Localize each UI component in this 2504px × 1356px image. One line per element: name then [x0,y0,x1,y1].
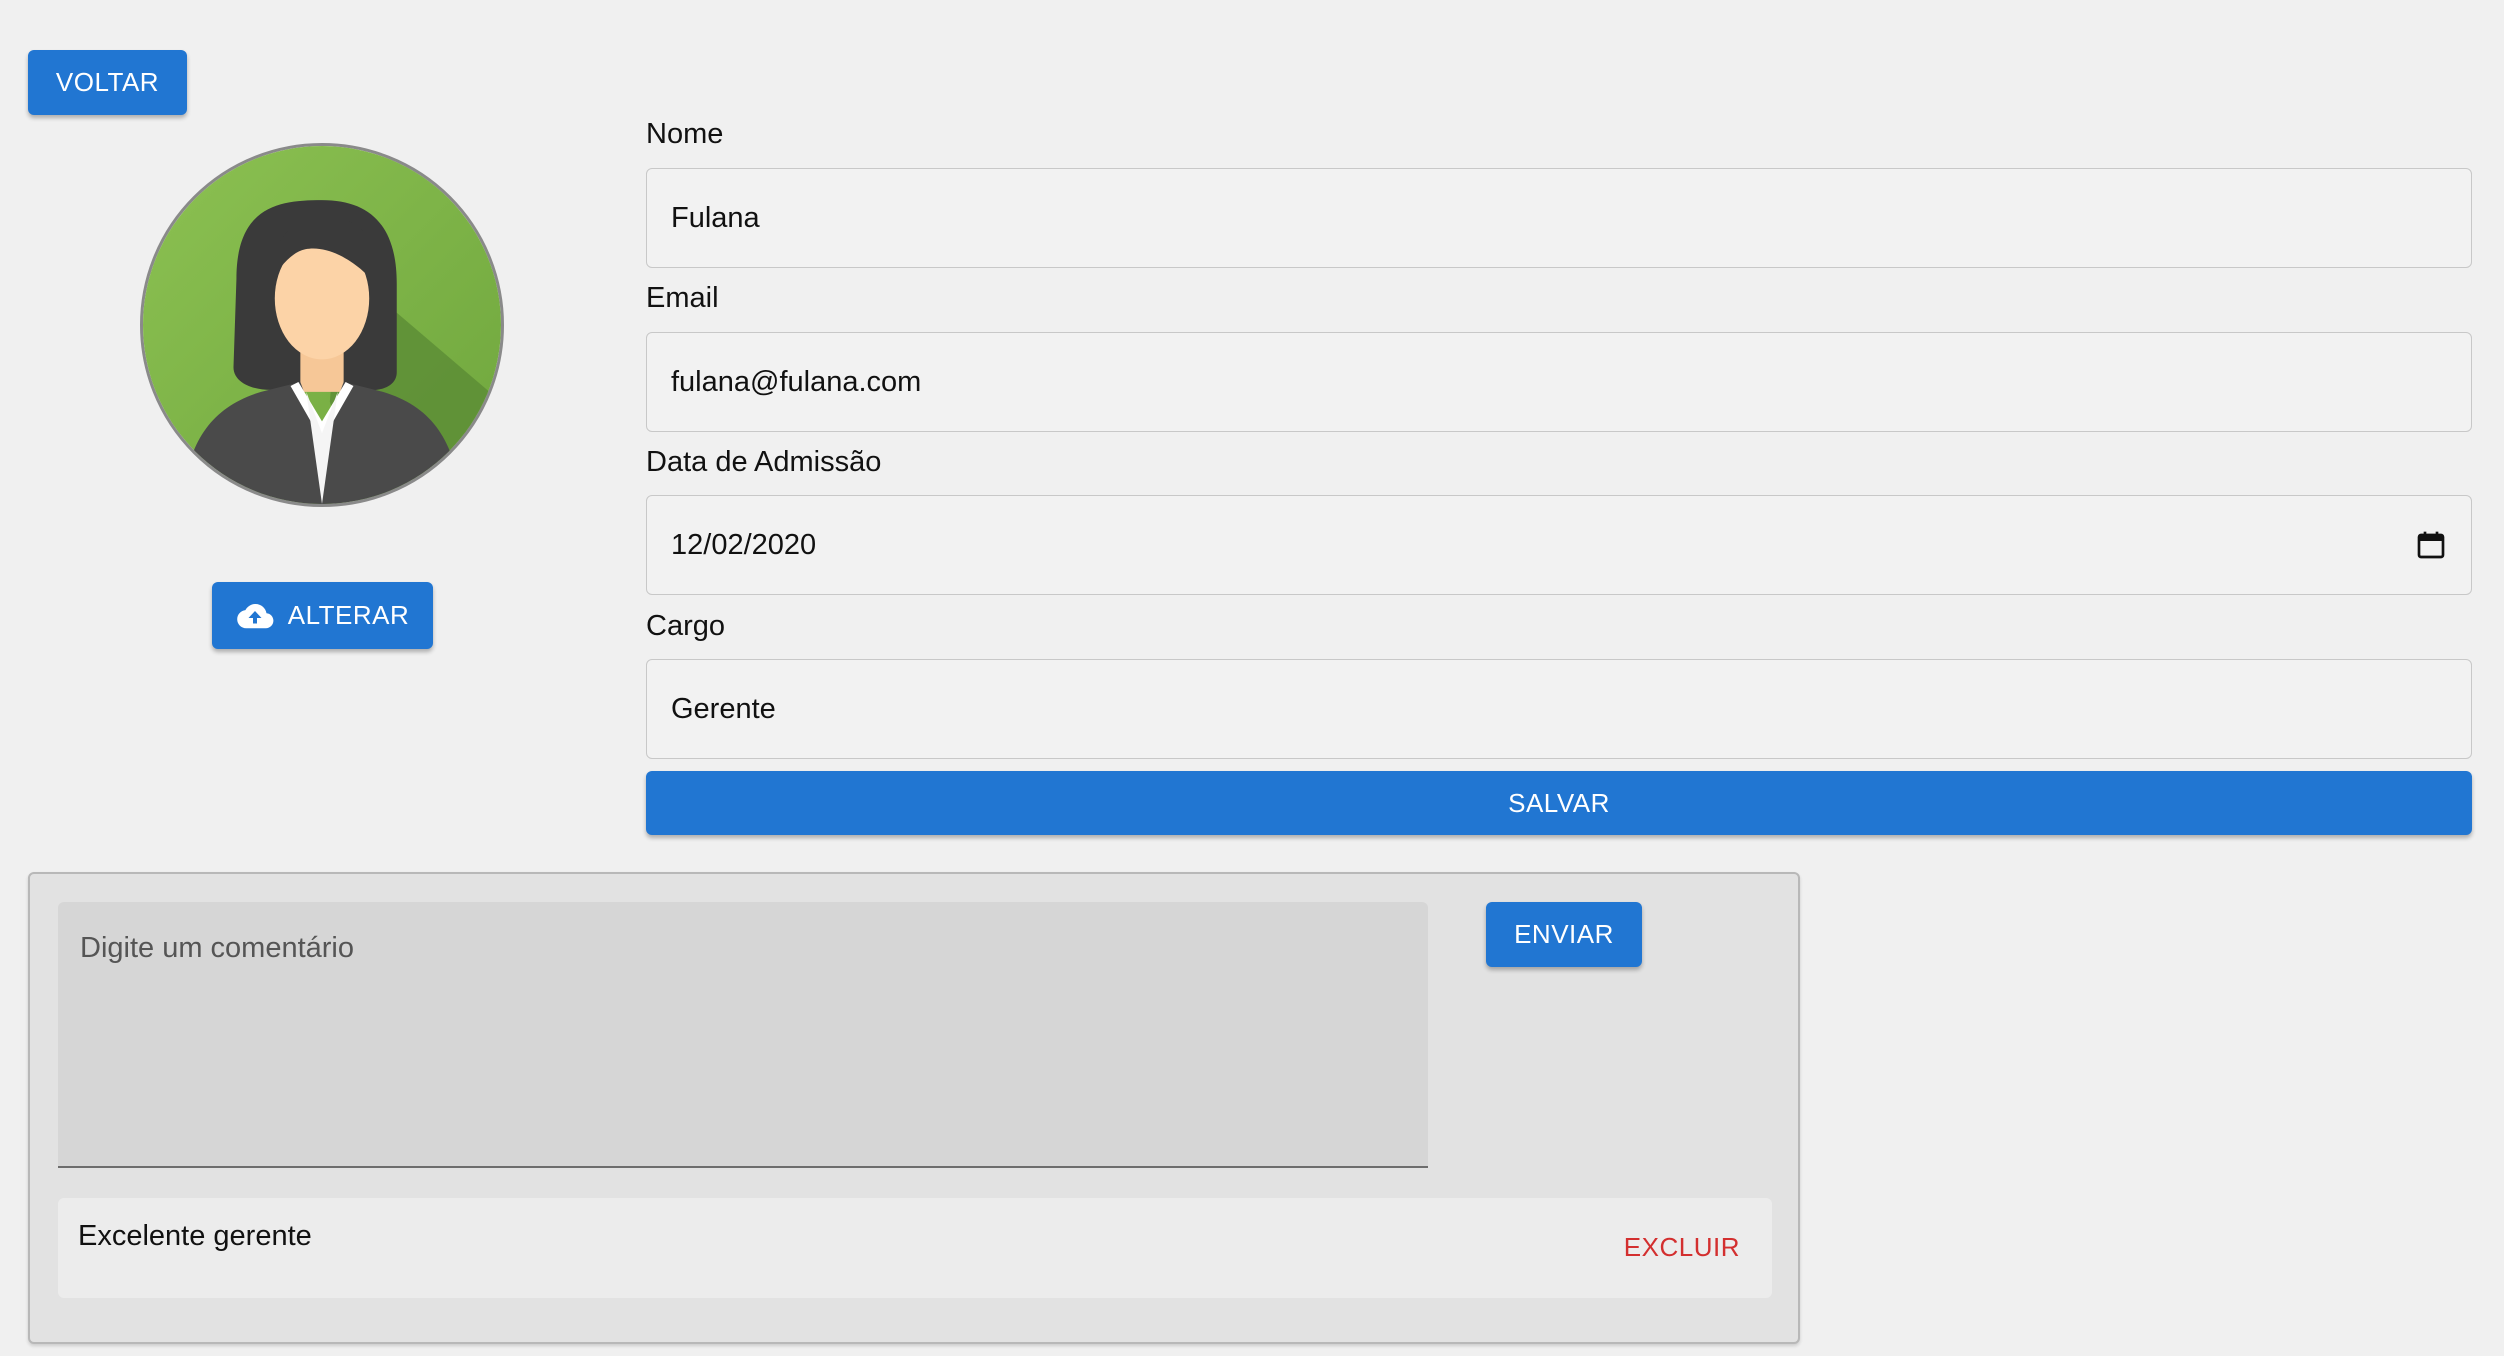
email-input[interactable] [671,365,2447,399]
back-button[interactable]: VOLTAR [28,50,187,115]
role-label: Cargo [646,610,725,642]
send-comment-button[interactable]: ENVIAR [1486,902,1642,967]
admission-date-input[interactable] [671,528,2415,562]
role-input[interactable] [671,692,2447,726]
name-field[interactable] [646,168,2472,268]
avatar-image [143,146,501,504]
calendar-icon[interactable] [2415,529,2447,561]
comments-panel: ENVIAR Excelente gerente EXCLUIR [28,872,1800,1344]
comment-item: Excelente gerente EXCLUIR [58,1198,1772,1298]
change-photo-button[interactable]: ALTERAR [212,582,433,649]
admission-date-label: Data de Admissão [646,446,882,478]
save-button[interactable]: SALVAR [646,771,2472,835]
email-label: Email [646,282,719,314]
cloud-upload-icon [236,603,274,628]
avatar [140,143,504,507]
comment-input[interactable] [58,902,1428,1168]
delete-comment-button[interactable]: EXCLUIR [1624,1232,1740,1263]
change-photo-label: ALTERAR [287,600,410,630]
name-label: Nome [646,118,724,150]
email-field[interactable] [646,332,2472,432]
admission-date-field[interactable] [646,495,2472,595]
role-field[interactable] [646,659,2472,759]
name-input[interactable] [671,201,2447,235]
comment-text: Excelente gerente [78,1220,312,1252]
